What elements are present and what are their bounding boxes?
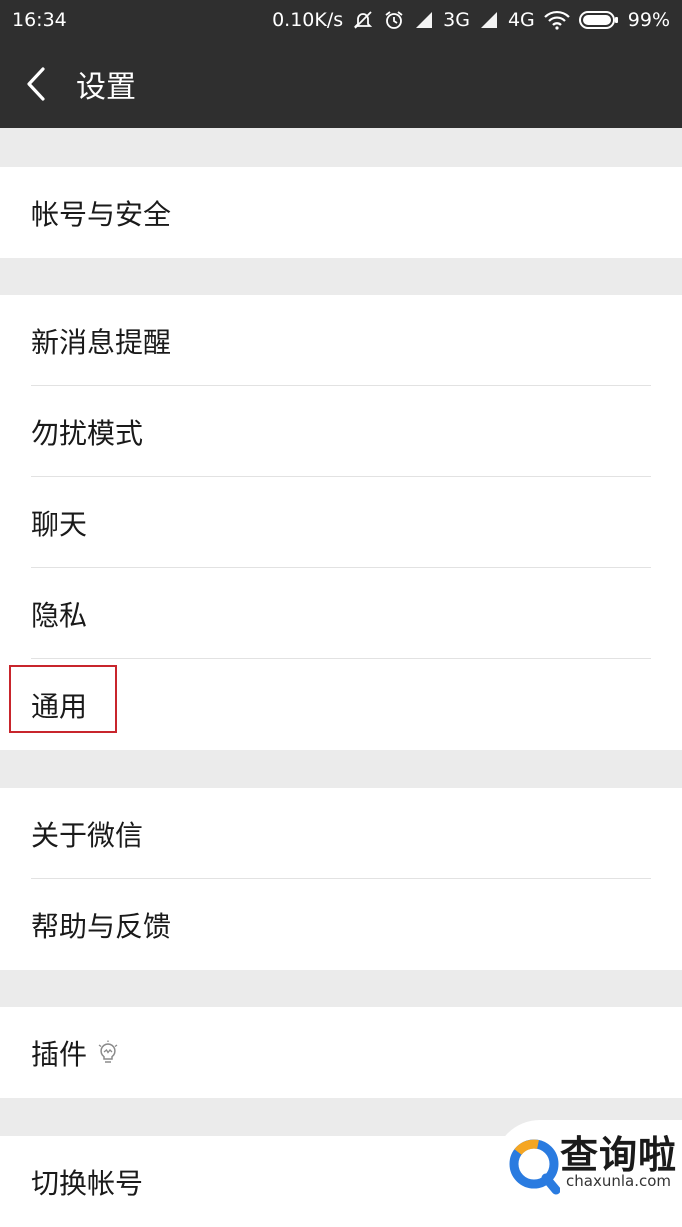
sim2-network: 4G — [507, 9, 535, 31]
back-button[interactable] — [0, 40, 72, 128]
chevron-left-icon — [27, 67, 45, 101]
settings-item-label: 帐号与安全 — [31, 197, 172, 231]
settings-group-plugins: 插件 — [0, 1007, 682, 1098]
mute-icon — [352, 9, 374, 31]
watermark-text: 查询啦 — [560, 1133, 678, 1177]
lightbulb-icon — [97, 1040, 119, 1066]
battery-percent: 99% — [627, 9, 670, 31]
header: 设置 — [0, 40, 682, 128]
wifi-icon — [543, 10, 570, 30]
magnifier-logo-icon — [509, 1139, 560, 1195]
settings-item-label: 勿扰模式 — [31, 416, 144, 450]
settings-item-label: 隐私 — [31, 598, 88, 632]
settings-item-plugins[interactable]: 插件 — [0, 1007, 682, 1098]
settings-item-label: 新消息提醒 — [31, 325, 172, 359]
settings-item-new-message-alerts[interactable]: 新消息提醒 — [0, 295, 682, 386]
status-indicators: 0.10K/s 3G 4G 99% — [272, 9, 670, 31]
page-title: 设置 — [76, 70, 136, 105]
settings-group-account: 帐号与安全 — [0, 167, 682, 258]
status-time: 16:34 — [12, 9, 67, 31]
settings-item-privacy[interactable]: 隐私 — [0, 568, 682, 659]
signal-icon — [414, 10, 434, 30]
sim1-network: 3G — [443, 9, 470, 31]
settings-item-label: 帮助与反馈 — [31, 909, 172, 943]
watermark: 查询啦 chaxunla.com — [494, 1120, 682, 1212]
battery-icon — [578, 10, 619, 30]
settings-item-label: 聊天 — [31, 507, 88, 541]
settings-item-chats[interactable]: 聊天 — [0, 477, 682, 568]
settings-item-label: 插件 — [31, 1037, 88, 1071]
settings-group-about: 关于微信 帮助与反馈 — [0, 788, 682, 970]
settings-item-label: 切换帐号 — [31, 1166, 144, 1200]
settings-item-do-not-disturb[interactable]: 勿扰模式 — [0, 386, 682, 477]
watermark-domain: chaxunla.com — [566, 1172, 671, 1190]
settings-item-about-wechat[interactable]: 关于微信 — [0, 788, 682, 879]
signal-icon — [479, 10, 499, 30]
highlight-box — [9, 665, 117, 733]
settings-item-account-security[interactable]: 帐号与安全 — [0, 167, 682, 258]
status-bar: 16:34 0.10K/s 3G 4G 99% — [0, 0, 682, 40]
net-speed: 0.10K/s — [272, 9, 344, 31]
settings-item-label: 关于微信 — [31, 818, 144, 852]
settings-item-help-feedback[interactable]: 帮助与反馈 — [0, 879, 682, 970]
alarm-icon — [383, 9, 405, 31]
